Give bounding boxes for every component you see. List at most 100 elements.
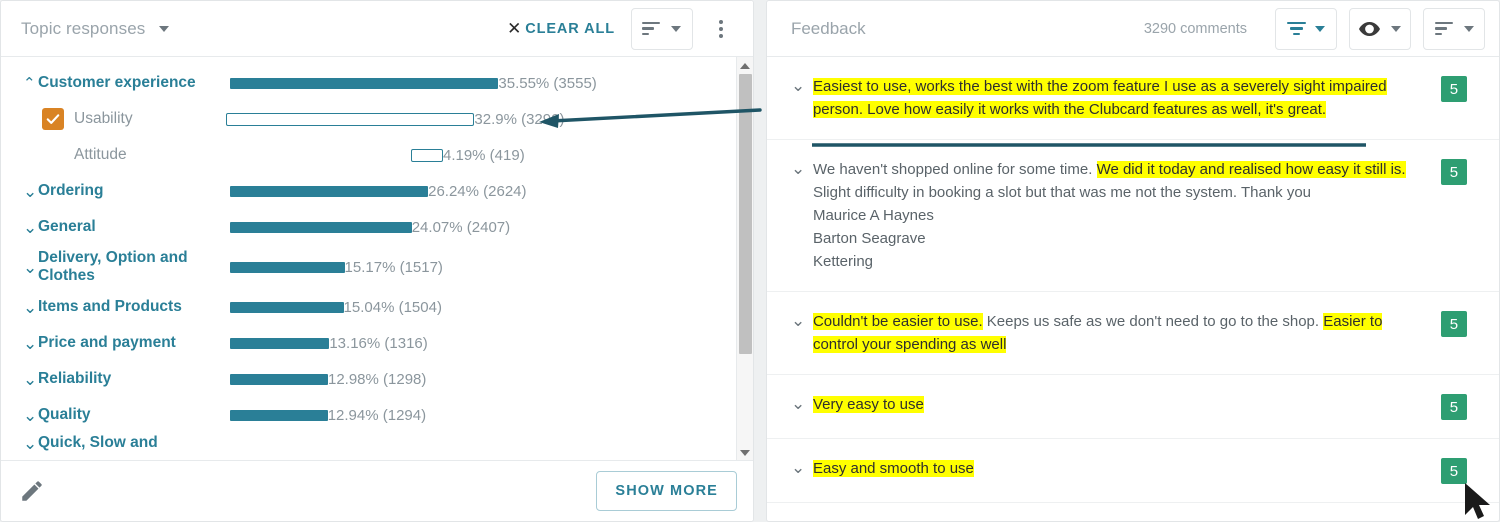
topic-value: 26.24% (2624) [428, 182, 527, 200]
comment-item[interactable]: ⌄ Couldn't be easier to use. Keeps us saf… [766, 292, 1499, 375]
topic-row[interactable]: ⌄ Quick, Slow and [1, 433, 753, 453]
topic-bar-cell: 12.98% (1298) [230, 371, 727, 388]
topic-row[interactable]: ⌄ Quality 12.94% (1294) [1, 397, 753, 433]
feedback-sort-button[interactable] [1423, 7, 1485, 50]
show-more-button[interactable]: SHOW MORE [596, 471, 737, 511]
comment-plain: Barton Seagrave [812, 230, 926, 247]
filter-icon [1287, 21, 1306, 36]
topic-bar [230, 301, 344, 313]
topic-label: Price and payment [38, 334, 176, 352]
comment-item[interactable]: ⌄ We haven't shopped online for some time… [766, 140, 1499, 292]
more-vertical-icon [718, 33, 723, 38]
topic-list-wrapper: ⌃ Customer experience 35.55% (3555) Usabili… [1, 57, 753, 461]
comment-item[interactable]: ⌄ Very easy to use 5 [766, 375, 1499, 439]
topic-value: 35.55% (3555) [498, 74, 597, 92]
pencil-icon[interactable] [19, 478, 45, 504]
topic-bar-cell: 15.17% (1517) [230, 259, 727, 276]
chevron-down-icon[interactable]: ⌄ [787, 310, 813, 332]
comment-plain: Slight difficulty in booking a slot but … [812, 184, 1312, 201]
comment-text: We haven't shopped online for some time.… [813, 158, 1433, 273]
comment-score-badge: 5 [1440, 458, 1467, 484]
feedback-visibility-button[interactable] [1349, 7, 1411, 50]
topic-label: Usability [74, 110, 133, 127]
app-root: Topic responses ✕ CLEAR ALL ⌃ Customer ex… [0, 0, 1500, 522]
topic-row[interactable]: ⌄ Price and payment 13.16% (1316) [1, 325, 753, 361]
topic-row[interactable]: Usability 32.9% (3290) [1, 101, 753, 137]
topic-row[interactable]: ⌄ Delivery, Option and Clothes 15.17% (151… [1, 245, 753, 289]
chevron-down-icon[interactable]: ⌄ [23, 407, 38, 424]
chevron-down-icon[interactable]: ⌄ [23, 335, 38, 352]
sort-icon [1434, 21, 1453, 36]
chevron-down-icon[interactable]: ⌄ [23, 299, 38, 316]
topic-value: 12.98% (1298) [327, 370, 427, 388]
topic-bar [230, 185, 429, 197]
chevron-down-icon[interactable]: ⌄ [23, 219, 38, 236]
comment-score-badge: 5 [1440, 394, 1467, 420]
topic-value: 15.04% (1504) [343, 298, 442, 316]
topic-panel-header: Topic responses ✕ CLEAR ALL [1, 1, 753, 57]
topic-bar-cell: 13.16% (1316) [230, 335, 727, 352]
topic-bar-cell: 35.55% (3555) [230, 75, 727, 92]
scroll-down-button[interactable] [737, 444, 753, 461]
chevron-down-icon [1315, 25, 1325, 32]
chevron-down-icon [1391, 25, 1401, 32]
topic-value: 4.19% (419) [442, 146, 525, 164]
topic-responses-dropdown[interactable]: Topic responses [21, 19, 169, 39]
comment-score-badge: 5 [1440, 159, 1467, 185]
comment-plain: We haven't shopped online for some time. [812, 161, 1097, 178]
topic-checkbox[interactable] [42, 108, 64, 130]
check-icon [46, 114, 60, 124]
topic-label: Attitude [74, 146, 127, 163]
topic-row[interactable]: ⌄ Items and Products 15.04% (1504) [1, 289, 753, 325]
topic-row[interactable]: ⌄ Ordering 26.24% (2624) [1, 173, 753, 209]
chevron-down-icon[interactable]: ⌄ [23, 259, 38, 276]
comment-item[interactable]: ⌄ Easiest to use, works the best with the… [766, 57, 1499, 140]
topic-bar-cell: 12.94% (1294) [230, 407, 727, 424]
clear-all-button[interactable]: ✕ CLEAR ALL [507, 20, 615, 37]
chevron-down-icon[interactable]: ⌄ [23, 183, 38, 200]
caret-up-icon [739, 62, 750, 69]
topic-more-menu-button[interactable] [707, 12, 735, 46]
comment-highlight: Easy and smooth to use [812, 460, 974, 477]
chevron-down-icon[interactable]: ⌄ [23, 371, 38, 388]
topic-label: General [38, 218, 96, 236]
chevron-down-icon [158, 26, 169, 33]
topic-bar [230, 373, 328, 385]
topic-label: Quick, Slow and [38, 434, 158, 452]
comment-count: 3290 comments [1143, 20, 1247, 37]
close-icon: ✕ [507, 19, 523, 38]
topic-row[interactable]: ⌄ Reliability 12.98% (1298) [1, 361, 753, 397]
scroll-up-button[interactable] [737, 57, 753, 74]
topic-sort-button[interactable] [630, 7, 693, 50]
chevron-down-icon[interactable]: ⌄ [787, 393, 813, 415]
topic-bar [230, 221, 412, 233]
topic-list-scrollbar[interactable] [735, 57, 753, 461]
comment-item[interactable]: ⌄ Easy and smooth to use 5 [766, 439, 1499, 503]
chevron-up-icon[interactable]: ⌃ [23, 76, 38, 91]
topic-list: ⌃ Customer experience 35.55% (3555) Usabili… [1, 57, 753, 453]
comment-text: Easiest to use, works the best with the … [812, 75, 1433, 121]
topic-panel-title: Topic responses [21, 18, 146, 38]
more-vertical-icon [718, 19, 723, 24]
topic-row[interactable]: ⌄ General 24.07% (2407) [1, 209, 753, 245]
feedback-panel: Feedback 3290 comments ⌄ Easiest to use, … [765, 0, 1500, 522]
topic-bar [230, 337, 330, 349]
topic-responses-panel: Topic responses ✕ CLEAR ALL ⌃ Customer ex… [0, 0, 754, 522]
chevron-down-icon[interactable]: ⌄ [787, 75, 813, 97]
feedback-filter-button[interactable] [1275, 7, 1337, 50]
scrollbar-thumb[interactable] [738, 74, 752, 354]
topic-bar-cell: 15.04% (1504) [230, 299, 727, 316]
topic-bar-cell: 24.07% (2407) [230, 219, 727, 236]
topic-panel-footer: SHOW MORE [1, 460, 753, 521]
chevron-down-icon [1463, 25, 1474, 32]
chevron-down-icon[interactable]: ⌄ [787, 457, 813, 479]
chevron-down-icon[interactable]: ⌄ [787, 158, 813, 180]
comment-plain: Maurice A Haynes [812, 207, 934, 224]
topic-row[interactable]: Attitude 4.19% (419) [1, 137, 753, 173]
scrollbar-track[interactable] [737, 74, 753, 444]
feedback-comment-list[interactable]: ⌄ Easiest to use, works the best with the… [766, 57, 1499, 521]
topic-row[interactable]: ⌃ Customer experience 35.55% (3555) [1, 65, 753, 101]
topic-label: Reliability [38, 370, 112, 388]
comment-score-badge: 5 [1440, 311, 1467, 337]
chevron-down-icon[interactable]: ⌄ [23, 435, 38, 452]
